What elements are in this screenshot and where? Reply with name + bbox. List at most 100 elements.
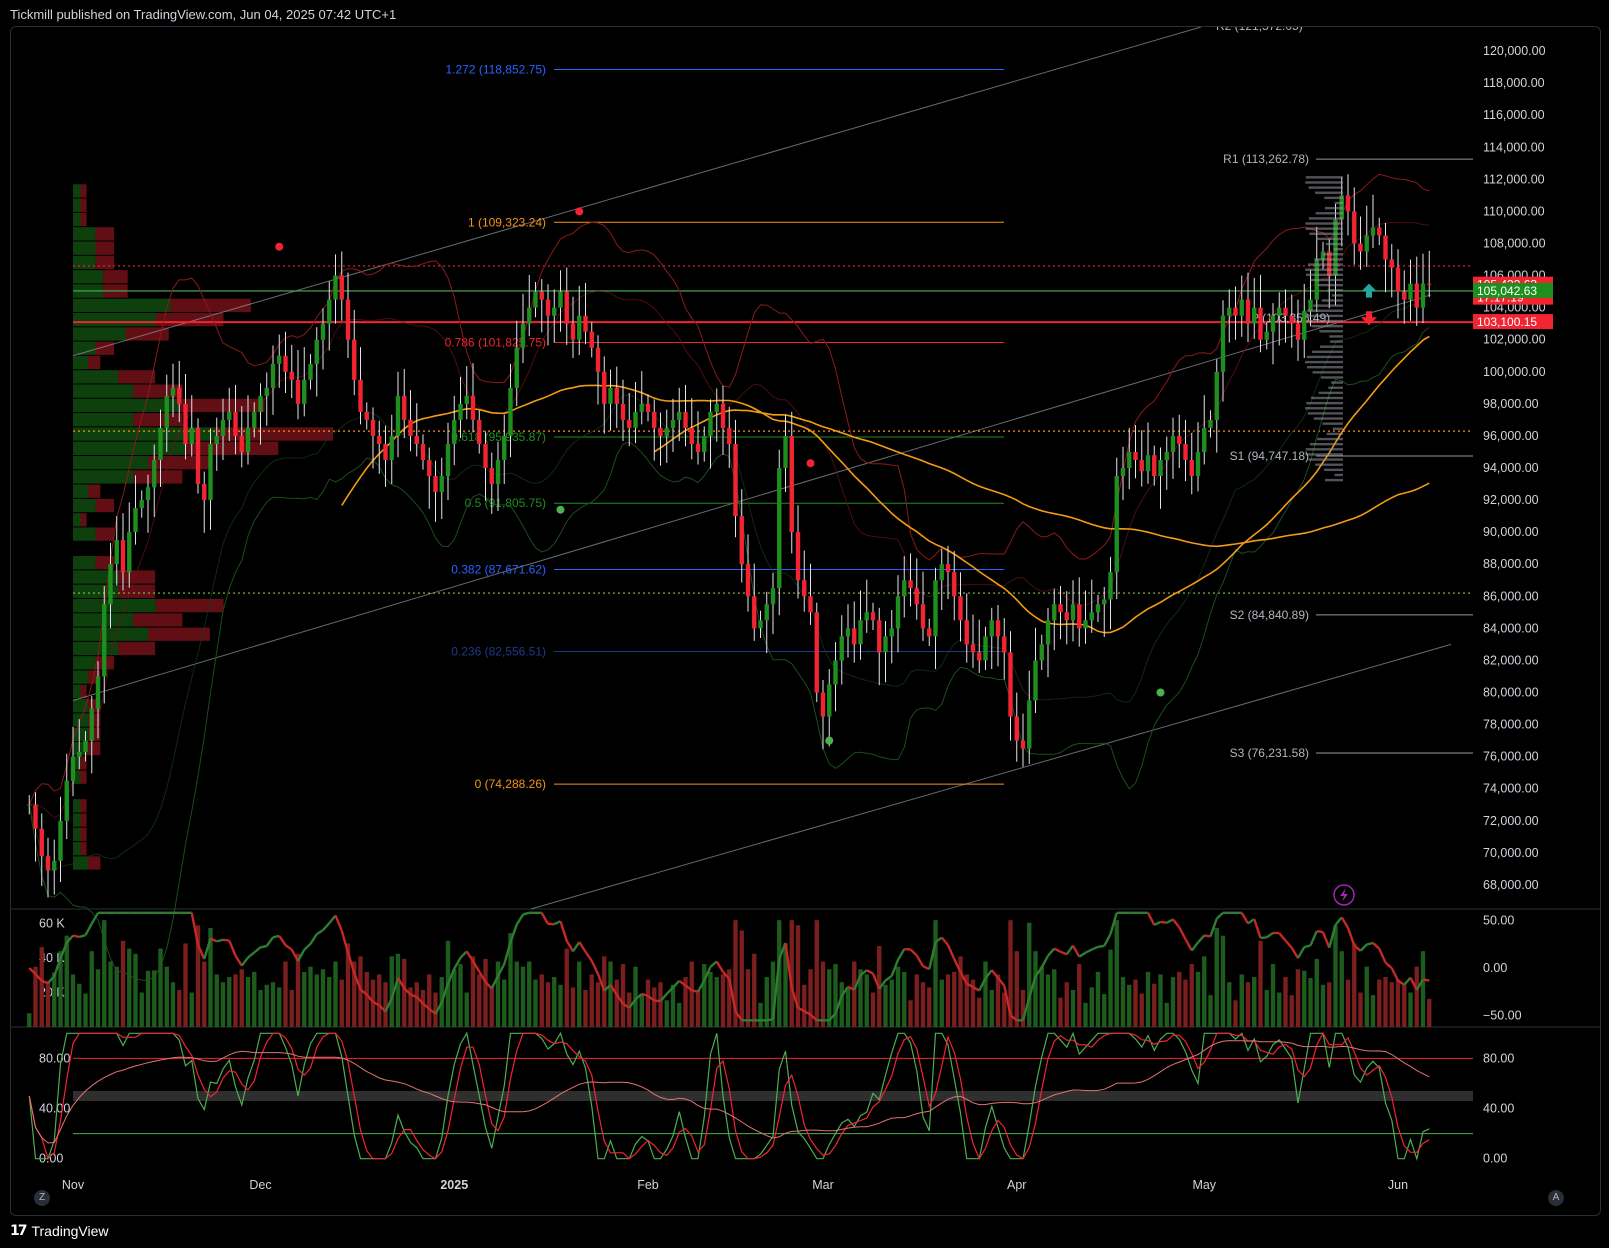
volume-bar [1427,998,1432,1027]
oscillator-line [1153,920,1162,927]
volume-bar [914,974,919,1027]
candle-body [1002,636,1007,653]
price-axis-tick: 88,000.00 [1483,557,1539,571]
volume-profile-bar [80,513,87,527]
session-volume-bar [1305,314,1343,318]
candle-body [1208,419,1213,428]
fib-level-label: 1.272 (118,852.75) [445,62,546,76]
volume-bar [620,964,626,1027]
candle-body [489,468,494,485]
candle-body [1414,283,1419,308]
candle-body [1352,211,1357,244]
candle-body [995,620,1001,637]
volume-profile-bar [73,498,96,513]
signal-dot [1156,688,1165,697]
oscillator-line [247,951,255,959]
volume-bar [1295,969,1301,1027]
volume-bar [1364,966,1369,1027]
zoom-button[interactable]: Z [34,1190,50,1206]
candle-body [708,411,713,436]
time-axis-tick: Feb [637,1178,659,1192]
candle-body [670,419,676,428]
volume-profile-bar [73,684,81,699]
volume-bar [458,964,463,1027]
volume-bar [1108,949,1113,1027]
candle-body [477,419,482,444]
volume-bar [758,1002,763,1027]
volume-profile-bar [88,355,101,370]
chart-frame[interactable]: 68,000.00 70,000.00 72,000.00 74,000.00 76,0… [10,26,1601,1216]
volume-profile-bar [73,370,119,384]
candle-body [327,299,332,324]
chart-canvas[interactable]: 68,000.00 70,000.00 72,000.00 74,000.00 76,0… [11,27,1600,1215]
volume-bar [220,982,226,1027]
volume-bar [820,961,826,1027]
volume-bar [27,1013,32,1027]
candle-body [258,395,263,412]
volume-bar [977,997,982,1027]
oscillator-line [572,941,581,953]
volume-bar [595,982,601,1027]
volume-bar [1127,984,1132,1027]
candle-body [1402,291,1407,300]
volume-bar [1339,951,1344,1027]
tradingview-logo[interactable]: 17 TradingView [10,1223,109,1239]
volume-bar [1395,979,1401,1027]
volume-bar [1333,925,1338,1027]
candle-body [320,323,326,340]
volume-bar [420,989,426,1027]
price-axis-tick: 118,000.00 [1483,76,1545,90]
volume-bar [1283,977,1288,1027]
session-volume-bar [1310,278,1343,282]
session-volume-bar [1320,376,1343,379]
fib-level-label: 0.382 (87,671.62) [451,562,546,576]
volume-bar [283,961,288,1027]
candle-body [552,307,557,316]
volume-bar [533,979,538,1027]
candle-body [52,860,57,871]
candle-body [820,692,826,717]
fib-level-label: 1 (109,323.24) [468,215,546,229]
session-volume-bar [1308,217,1343,220]
price-tag-label: 103,100.15 [1477,315,1537,329]
volume-bar [589,974,594,1027]
volume-bar [1377,979,1382,1027]
volume-bar [714,977,719,1027]
volume-bar [864,974,869,1027]
session-volume-bar [1314,258,1343,261]
volume-bar [989,989,994,1027]
volume-bar [427,974,432,1027]
candle-body [1014,716,1019,741]
session-volume-bar [1308,186,1343,189]
price-axis-tick: 86,000.00 [1483,589,1539,603]
volume-bar [395,953,401,1027]
volume-profile-bar [73,384,134,398]
session-volume-bar [1334,201,1343,205]
volume-bar [1202,956,1207,1027]
candle-body [1089,612,1094,621]
channel-line [72,27,1202,357]
volume-bar [95,969,101,1027]
candle-body [633,411,638,428]
volume-profile-bar [73,312,156,327]
candle-body [1064,612,1069,621]
volume-bar [1408,992,1413,1027]
candle-body [364,411,369,420]
candle-body [970,644,976,653]
candle-body [583,315,588,332]
session-volume-bar [1325,478,1343,482]
volume-profile-bar [80,813,87,827]
volume-profile-bar [73,413,134,427]
candle-body [95,676,101,709]
session-volume-bar [1320,345,1343,348]
volume-profile-bar [73,255,96,270]
volume-profile-bar [73,270,104,284]
oscillator-line [1372,942,1381,950]
volume-bar [1289,995,1294,1027]
session-volume-bar [1324,196,1343,200]
candle-body [702,435,707,452]
oscillator-line [1197,934,1206,944]
volume-profile-bar [73,513,81,527]
auto-scale-button[interactable]: A [1548,1190,1564,1206]
candle-body [827,684,832,717]
